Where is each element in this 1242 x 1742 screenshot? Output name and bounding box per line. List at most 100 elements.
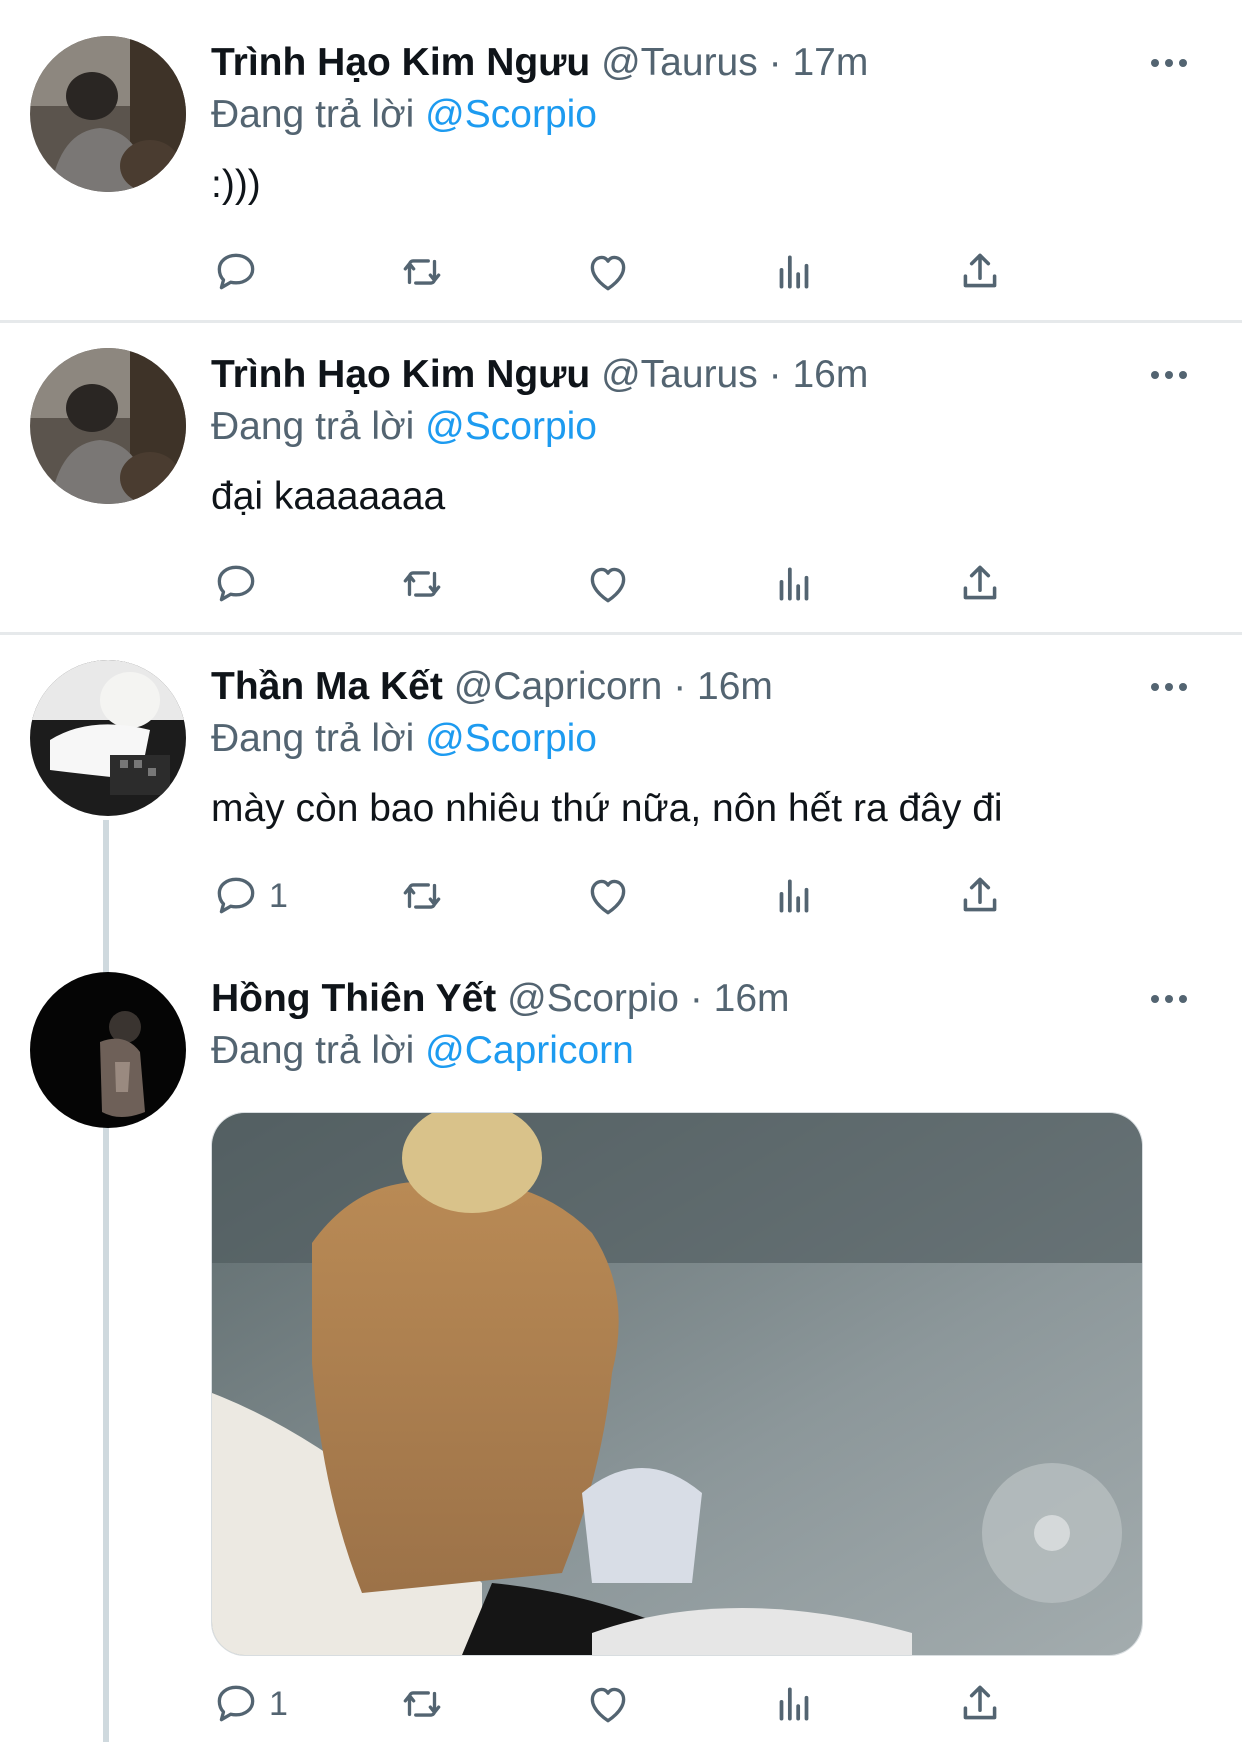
timestamp[interactable]: 16m (697, 665, 773, 708)
tweet-header: Trình Hạo Kim Ngưu @Taurus · 17m (211, 40, 868, 86)
analytics-button[interactable] (769, 868, 819, 924)
display-name[interactable]: Trình Hạo Kim Ngưu (211, 353, 590, 396)
user-handle[interactable]: @Taurus (601, 353, 758, 396)
tweet[interactable]: Trình Hạo Kim Ngưu @Taurus · 16m Đang tr… (0, 323, 1242, 633)
like-button[interactable] (583, 868, 633, 924)
analytics-icon (779, 255, 809, 289)
share-button[interactable] (955, 556, 1005, 612)
display-name[interactable]: Thần Ma Kết (211, 665, 443, 708)
share-button[interactable] (955, 244, 1005, 300)
mention-link[interactable]: @Scorpio (425, 717, 597, 760)
display-name[interactable]: Trình Hạo Kim Ngưu (211, 41, 590, 84)
separator-dot: · (673, 665, 687, 708)
replying-to-label: Đang trả lời (211, 1029, 415, 1072)
tweet-actions: 1 (211, 868, 1111, 924)
user-handle[interactable]: @Capricorn (454, 665, 663, 708)
retweet-icon (403, 259, 441, 285)
like-icon (590, 879, 626, 915)
comment-icon (217, 1685, 255, 1722)
like-icon (590, 255, 626, 291)
share-icon (963, 565, 997, 600)
tweet[interactable]: Trình Hạo Kim Ngưu @Taurus · 17m Đang tr… (0, 0, 1242, 322)
tweet-text: mày còn bao nhiêu thứ nữa, nôn hết ra đâ… (211, 787, 1003, 830)
like-button[interactable] (583, 244, 633, 300)
tweet-header: Hồng Thiên Yết @Scorpio · 16m (211, 976, 790, 1022)
replying-to-label: Đang trả lời (211, 405, 415, 448)
photo-image (212, 1113, 1142, 1655)
retweet-icon (403, 883, 441, 909)
reply-count: 1 (269, 1684, 288, 1723)
share-icon (963, 1685, 997, 1720)
tweet-actions: 1 (211, 1676, 1111, 1732)
reply-button[interactable]: 1 (211, 1676, 288, 1732)
replying-to: Đang trả lời @Scorpio (211, 404, 597, 450)
avatar-image (30, 36, 186, 192)
replying-to: Đang trả lời @Scorpio (211, 92, 597, 138)
avatar[interactable] (30, 660, 186, 816)
mention-link[interactable]: @Capricorn (425, 1029, 634, 1072)
avatar[interactable] (30, 36, 186, 192)
comment-icon (217, 253, 255, 290)
retweet-icon (403, 571, 441, 597)
retweet-button[interactable] (397, 556, 447, 612)
comment-icon (217, 565, 255, 602)
analytics-button[interactable] (769, 244, 819, 300)
avatar-image (30, 972, 186, 1128)
separator-dot: · (689, 977, 703, 1020)
avatar[interactable] (30, 972, 186, 1128)
reply-button[interactable]: 1 (211, 868, 288, 924)
analytics-icon (779, 567, 809, 601)
analytics-button[interactable] (769, 1676, 819, 1732)
more-options-icon[interactable] (1144, 365, 1194, 385)
display-name[interactable]: Hồng Thiên Yết (211, 977, 496, 1020)
avatar[interactable] (30, 348, 186, 504)
reply-button[interactable] (211, 244, 269, 300)
tweet-text: đại kaaaaaaa (211, 475, 446, 518)
replying-to: Đang trả lời @Scorpio (211, 716, 597, 762)
timestamp[interactable]: 17m (792, 41, 868, 84)
avatar-image (30, 348, 186, 504)
replying-to-label: Đang trả lời (211, 93, 415, 136)
share-icon (963, 877, 997, 912)
timestamp[interactable]: 16m (792, 353, 868, 396)
tweet-feed: Trình Hạo Kim Ngưu @Taurus · 17m Đang tr… (0, 0, 1242, 1742)
analytics-icon (779, 1687, 809, 1721)
like-icon (590, 567, 626, 603)
mention-link[interactable]: @Scorpio (425, 405, 597, 448)
replying-to-label: Đang trả lời (211, 717, 415, 760)
replying-to: Đang trả lời @Capricorn (211, 1028, 634, 1074)
retweet-button[interactable] (397, 868, 447, 924)
more-options-icon[interactable] (1144, 989, 1194, 1009)
timestamp[interactable]: 16m (714, 977, 790, 1020)
tweet-actions (211, 244, 1111, 300)
separator-dot: · (768, 353, 782, 396)
retweet-button[interactable] (397, 1676, 447, 1732)
retweet-icon (403, 1691, 441, 1717)
more-options-icon[interactable] (1144, 677, 1194, 697)
like-button[interactable] (583, 556, 633, 612)
retweet-button[interactable] (397, 244, 447, 300)
comment-icon (217, 877, 255, 914)
analytics-icon (779, 879, 809, 913)
tweet-photo[interactable] (211, 1112, 1143, 1656)
reply-button[interactable] (211, 556, 269, 612)
more-options-icon[interactable] (1144, 53, 1194, 73)
tweet[interactable]: Thần Ma Kết @Capricorn · 16m Đang trả lờ… (0, 635, 1242, 945)
user-handle[interactable]: @Taurus (601, 41, 758, 84)
share-button[interactable] (955, 1676, 1005, 1732)
thread-connector (103, 820, 109, 1742)
analytics-button[interactable] (769, 556, 819, 612)
share-icon (963, 253, 997, 288)
tweet-actions (211, 556, 1111, 612)
avatar-image (30, 660, 186, 816)
like-button[interactable] (583, 1676, 633, 1732)
tweet-header: Thần Ma Kết @Capricorn · 16m (211, 664, 773, 710)
tweet-header: Trình Hạo Kim Ngưu @Taurus · 16m (211, 352, 868, 398)
mention-link[interactable]: @Scorpio (425, 93, 597, 136)
separator-dot: · (768, 41, 782, 84)
tweet-text: :))) (211, 163, 261, 206)
share-button[interactable] (955, 868, 1005, 924)
like-icon (590, 1687, 626, 1723)
reply-count: 1 (269, 876, 288, 915)
user-handle[interactable]: @Scorpio (507, 977, 679, 1020)
